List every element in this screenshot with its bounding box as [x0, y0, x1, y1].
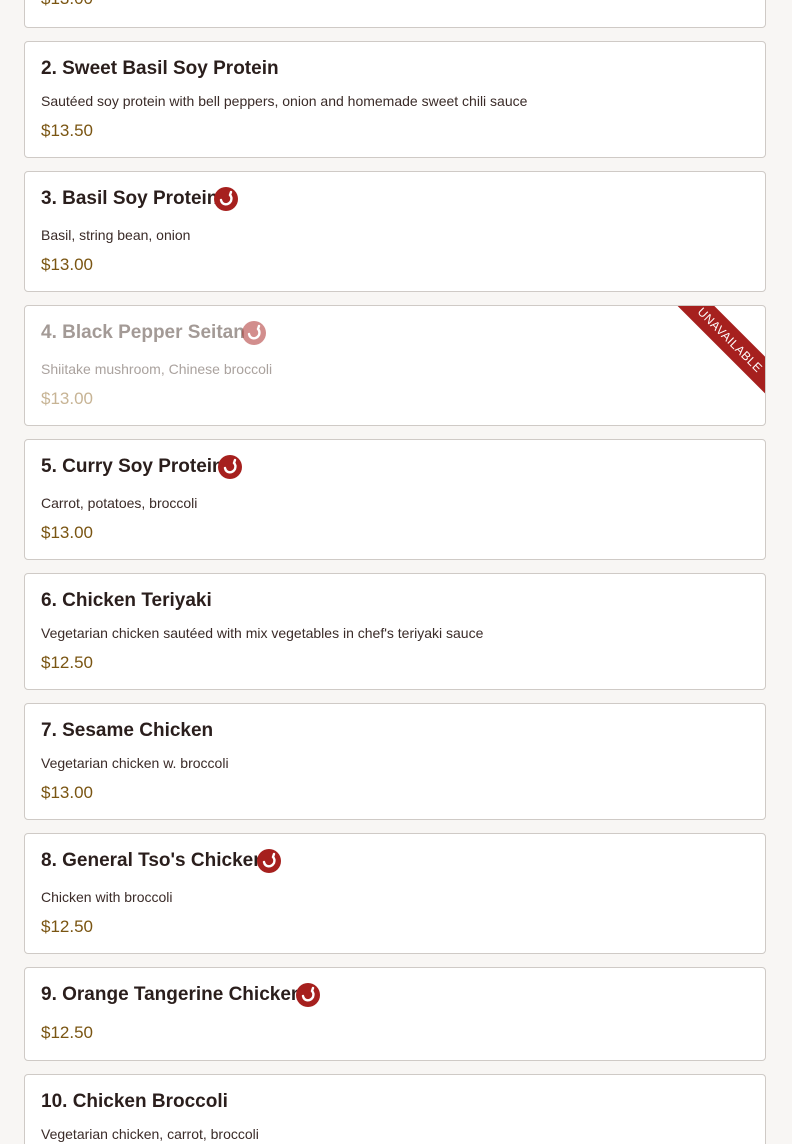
spicy-chili-icon [296, 983, 320, 1007]
menu-item-card: 4. Black Pepper Seitan Shiitake mushroom… [24, 305, 766, 426]
spicy-chili-icon [242, 321, 266, 345]
item-name: 10. Chicken Broccoli [41, 1091, 228, 1112]
item-price: $12.50 [41, 653, 93, 672]
menu-item-card[interactable]: 5. Curry Soy Protein Carrot, potatoes, b… [24, 439, 766, 560]
menu-item-card[interactable]: 6. Chicken Teriyaki Vegetarian chicken s… [24, 573, 766, 690]
item-price: $13.00 [41, 389, 93, 408]
menu-item-card[interactable]: 3. Basil Soy Protein Basil, string bean,… [24, 171, 766, 292]
item-description: Shiitake mushroom, Chinese broccoli [41, 361, 273, 377]
item-price: $13.00 [41, 783, 93, 802]
item-name: 2. Sweet Basil Soy Protein [41, 58, 279, 79]
item-price: $13.00 [41, 0, 93, 9]
item-name: 8. General Tso's Chicken [41, 850, 265, 871]
item-description: Chicken with broccoli [41, 889, 173, 905]
spicy-chili-icon [218, 455, 242, 479]
menu-item-card[interactable]: $13.00 [24, 0, 766, 28]
item-name: 7. Sesame Chicken [41, 720, 214, 741]
item-description: Basil, string bean, onion [41, 227, 191, 243]
item-description: Sautéed soy protein with bell peppers, o… [41, 93, 528, 109]
menu-item-card[interactable]: 10. Chicken Broccoli Vegetarian chicken,… [24, 1074, 766, 1144]
item-name: 5. Curry Soy Protein [41, 456, 224, 477]
unavailable-ribbon: Unavailable [666, 306, 765, 405]
item-price: $12.50 [41, 917, 93, 936]
menu-item-card[interactable]: 2. Sweet Basil Soy Protein Sautéed soy p… [24, 41, 766, 158]
spicy-chili-icon [257, 849, 281, 873]
unavailable-badge: Unavailable [667, 306, 765, 403]
item-description: Vegetarian chicken w. broccoli [41, 755, 229, 771]
item-price: $12.50 [41, 1023, 93, 1042]
item-price: $13.50 [41, 121, 93, 140]
menu-item-card[interactable]: 7. Sesame Chicken Vegetarian chicken w. … [24, 703, 766, 820]
item-name: 6. Chicken Teriyaki [41, 590, 212, 611]
item-price: $13.00 [41, 523, 93, 542]
menu-item-card[interactable]: 9. Orange Tangerine Chicken $12.50 [24, 967, 766, 1061]
item-name: 4. Black Pepper Seitan [41, 322, 245, 343]
spicy-chili-icon [214, 187, 238, 211]
item-description: Vegetarian chicken sautéed with mix vege… [41, 625, 484, 641]
item-description: Vegetarian chicken, carrot, broccoli [41, 1126, 259, 1142]
item-name: 9. Orange Tangerine Chicken [41, 984, 303, 1005]
menu-item-card[interactable]: 8. General Tso's Chicken Chicken with br… [24, 833, 766, 954]
item-description: Carrot, potatoes, broccoli [41, 495, 198, 511]
item-price: $13.00 [41, 255, 93, 274]
item-name: 3. Basil Soy Protein [41, 188, 219, 209]
